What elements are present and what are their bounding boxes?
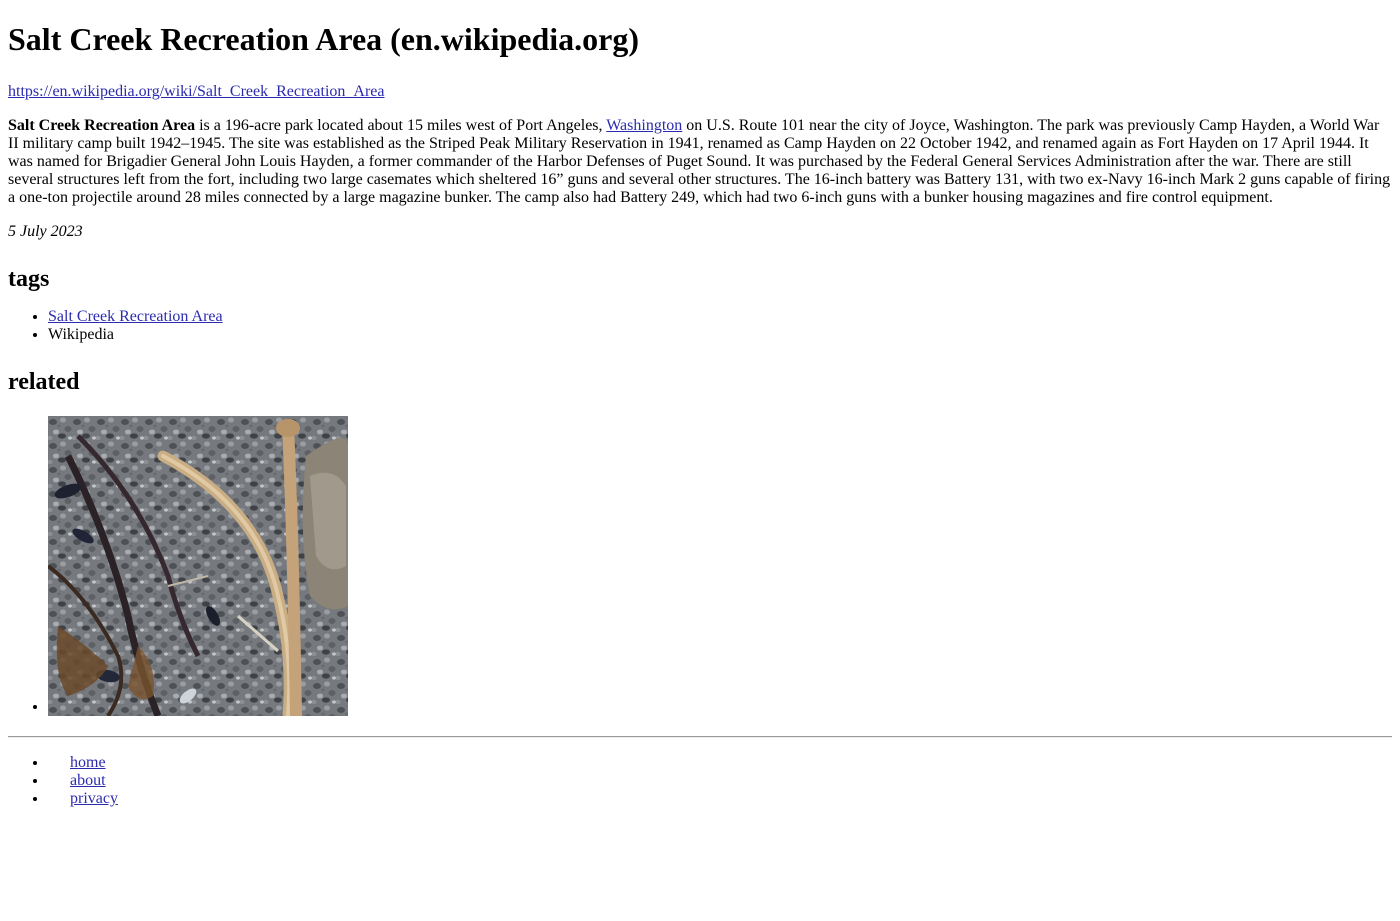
footer-link-about[interactable]: about — [70, 772, 106, 789]
description: Salt Creek Recreation Area is a 196-acre… — [8, 117, 1392, 207]
footer-link-privacy[interactable]: privacy — [70, 790, 118, 807]
tags-heading: tags — [8, 266, 50, 292]
footer-divider — [8, 736, 1392, 738]
related-list — [8, 416, 1392, 716]
footer-item: privacy — [48, 790, 1392, 808]
tag-item: Wikipedia — [48, 326, 1392, 344]
tag-text-wikipedia: Wikipedia — [48, 326, 114, 343]
publish-date: 5 July 2023 — [8, 223, 83, 240]
description-bold-title: Salt Creek Recreation Area — [8, 117, 196, 134]
source-url-line: https://en.wikipedia.org/wiki/Salt_Creek… — [8, 83, 1392, 101]
tag-item: Salt Creek Recreation Area — [48, 308, 1392, 326]
footer-link-home[interactable]: home — [70, 754, 106, 771]
related-heading: related — [8, 369, 80, 395]
footer-nav: home about privacy — [8, 754, 1392, 808]
tags-list: Salt Creek Recreation Area Wikipedia — [8, 308, 1392, 344]
washington-link[interactable]: Washington — [606, 117, 682, 134]
footer-item: home — [48, 754, 1392, 772]
footer-item: about — [48, 772, 1392, 790]
source-url-link[interactable]: https://en.wikipedia.org/wiki/Salt_Creek… — [8, 83, 385, 100]
related-thumbnail-link[interactable] — [48, 416, 348, 716]
beach-driftwood-photo — [48, 416, 348, 716]
page-title: Salt Creek Recreation Area (en.wikipedia… — [8, 21, 640, 57]
related-item — [48, 416, 1392, 716]
description-text-1: is a 196-acre park located about 15 mile… — [195, 117, 607, 134]
tag-link-salt-creek[interactable]: Salt Creek Recreation Area — [48, 308, 223, 325]
